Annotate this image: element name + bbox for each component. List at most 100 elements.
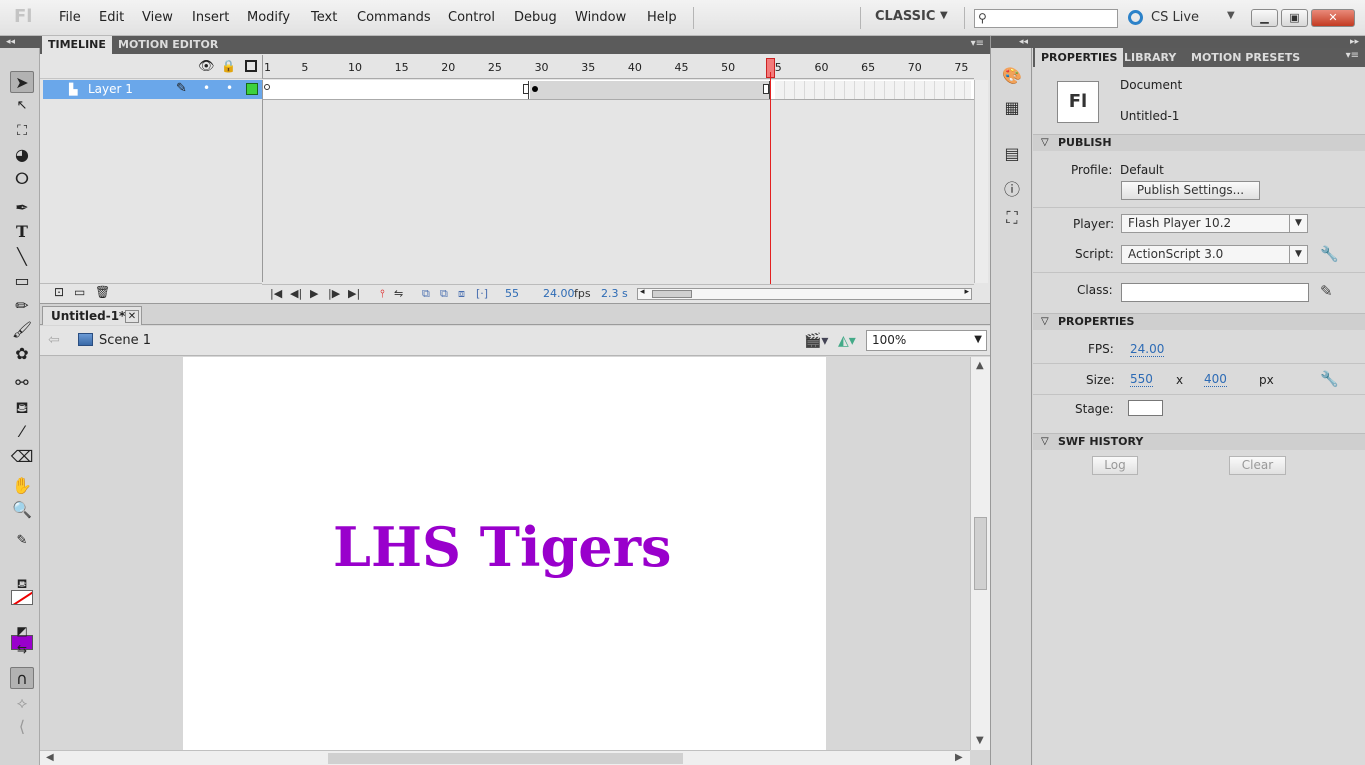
ruler-frame-number[interactable]: 25	[488, 61, 502, 74]
new-folder-icon[interactable]: ▭	[74, 285, 85, 299]
smooth-icon[interactable]: ⟡	[10, 692, 34, 714]
chevron-down-icon[interactable]: ▼	[940, 10, 948, 21]
stage-text[interactable]: LHS Tigers	[333, 515, 671, 579]
class-input[interactable]	[1121, 283, 1309, 302]
info-icon[interactable]: ⓘ	[1001, 176, 1023, 199]
scroll-thumb[interactable]	[974, 517, 987, 590]
ruler-frame-number[interactable]: 1	[264, 61, 271, 74]
stage-color-swatch[interactable]	[1128, 400, 1163, 416]
document-tab[interactable]: Untitled-1* ✕	[42, 306, 142, 325]
hand-tool-icon[interactable]: ✋	[10, 475, 34, 497]
timeline-vscroll[interactable]	[974, 80, 988, 283]
tab-library[interactable]: LIBRARY	[1118, 48, 1182, 67]
frame-span[interactable]	[530, 81, 770, 99]
frames-area[interactable]	[262, 100, 974, 282]
pen-tool-icon[interactable]: ✒	[10, 197, 34, 219]
maximize-button[interactable]: ▣	[1281, 9, 1308, 27]
delete-layer-icon[interactable]: 🗑	[95, 285, 110, 299]
loop-icon[interactable]: ⇋	[394, 287, 403, 300]
ruler-frame-number[interactable]: 70	[908, 61, 922, 74]
3d-rotation-tool-icon[interactable]: ◕	[10, 144, 34, 166]
menu-debug[interactable]: Debug	[514, 10, 557, 25]
ruler-frame-number[interactable]: 15	[395, 61, 409, 74]
ruler-frame-number[interactable]: 35	[581, 61, 595, 74]
new-layer-icon[interactable]: ⊡	[54, 285, 64, 299]
frame-end-marker[interactable]	[523, 84, 529, 94]
tab-properties[interactable]: PROPERTIES	[1035, 48, 1124, 67]
zoom-tool-icon[interactable]: 🔍	[10, 499, 34, 521]
edit-scene-icon[interactable]: ◭▾	[838, 333, 856, 349]
deco-tool-icon[interactable]: ✿	[10, 343, 34, 365]
ruler-frame-number[interactable]: 60	[814, 61, 828, 74]
ruler-frame-number[interactable]: 40	[628, 61, 642, 74]
lasso-tool-icon[interactable]: ⵔ	[10, 168, 34, 190]
edit-multiple-icon[interactable]: ⧈	[458, 287, 465, 301]
ruler-frame-number[interactable]: 5	[301, 61, 308, 74]
ruler-frame-number[interactable]: 50	[721, 61, 735, 74]
chevron-down-icon[interactable]: ▼	[1227, 10, 1235, 21]
scroll-thumb[interactable]	[652, 290, 692, 298]
scroll-down-icon[interactable]: ▼	[976, 735, 984, 746]
layer-name[interactable]: Layer 1	[88, 82, 133, 96]
stage-vscroll[interactable]: ▲ ▼	[970, 357, 990, 750]
menu-view[interactable]: View	[142, 10, 173, 25]
align-icon[interactable]: ▤	[1001, 144, 1023, 164]
brush-tool-icon[interactable]: 🖌	[10, 319, 34, 341]
log-button[interactable]: Log	[1092, 456, 1138, 475]
panel-menu-icon[interactable]: ▾≡	[1346, 50, 1359, 61]
chevron-down-icon[interactable]: ▼	[1289, 215, 1307, 232]
cs-live-label[interactable]: CS Live	[1151, 10, 1199, 25]
free-transform-tool-icon[interactable]: ⛶	[10, 120, 34, 142]
pasteboard[interactable]: LHS Tigers	[40, 357, 970, 750]
menu-modify[interactable]: Modify	[247, 10, 290, 25]
selection-tool-icon[interactable]: ➤	[10, 71, 34, 93]
first-frame-icon[interactable]: |◀	[270, 287, 282, 300]
empty-frames[interactable]	[775, 81, 971, 99]
height-value[interactable]: 400	[1204, 372, 1227, 387]
scroll-up-icon[interactable]: ▲	[976, 360, 984, 371]
menu-text[interactable]: Text	[311, 10, 337, 25]
last-frame-icon[interactable]: ▶|	[348, 287, 360, 300]
lock-icon[interactable]: 🔒	[221, 59, 236, 73]
edit-symbols-icon[interactable]: 🎬▾	[804, 333, 828, 349]
outline-color-icon[interactable]	[246, 83, 258, 95]
pencil-tool-icon[interactable]: ✏	[10, 295, 34, 317]
scroll-right-icon[interactable]: ▶	[955, 752, 963, 763]
eraser-tool-icon[interactable]: ⌫	[10, 446, 34, 468]
transform-icon[interactable]: ⛶	[1001, 208, 1023, 228]
publish-settings-button[interactable]: Publish Settings...	[1121, 181, 1260, 200]
minimize-button[interactable]: ▁	[1251, 9, 1278, 27]
close-icon[interactable]: ✕	[125, 310, 139, 323]
tab-motion-editor[interactable]: MOTION EDITOR	[112, 36, 224, 54]
ruler-frame-number[interactable]: 75	[954, 61, 968, 74]
menu-control[interactable]: Control	[448, 10, 495, 25]
tab-motion-presets[interactable]: MOTION PRESETS	[1185, 48, 1306, 67]
swap-colors-icon[interactable]: ⇆	[10, 638, 34, 660]
menu-window[interactable]: Window	[575, 10, 626, 25]
clear-button[interactable]: Clear	[1229, 456, 1286, 475]
scene-label[interactable]: Scene 1	[99, 333, 151, 348]
chevron-down-icon[interactable]: ▼	[1289, 246, 1307, 263]
outline-icon[interactable]	[245, 60, 257, 72]
visible-dot-icon[interactable]: •	[203, 81, 210, 95]
menu-help[interactable]: Help	[647, 10, 677, 25]
tab-timeline[interactable]: TIMELINE	[42, 36, 112, 54]
chevron-down-icon[interactable]: ▼	[974, 334, 982, 345]
snap-to-objects-icon[interactable]: ∩	[10, 667, 34, 689]
line-tool-icon[interactable]: ╲	[10, 246, 34, 268]
back-arrow-icon[interactable]: ⇦	[48, 332, 60, 348]
stage[interactable]: LHS Tigers	[183, 357, 826, 750]
panel-collapse-icon[interactable]: ◂◂	[0, 36, 40, 48]
menu-edit[interactable]: Edit	[99, 10, 124, 25]
play-icon[interactable]: ▶	[310, 287, 318, 300]
workspace-switcher[interactable]: CLASSIC	[875, 9, 935, 24]
color-palette-icon[interactable]: 🎨	[1001, 66, 1023, 86]
paint-bucket-tool-icon[interactable]: ⛾	[10, 397, 34, 419]
frame-end-marker[interactable]	[763, 84, 769, 94]
scroll-thumb[interactable]	[328, 753, 683, 764]
keyframe-empty[interactable]	[264, 84, 270, 90]
subselection-tool-icon[interactable]: ↖	[10, 95, 34, 117]
bone-tool-icon[interactable]: ⚯	[10, 372, 34, 394]
rectangle-tool-icon[interactable]: ▭	[10, 270, 34, 292]
lock-dot-icon[interactable]: •	[226, 81, 233, 95]
